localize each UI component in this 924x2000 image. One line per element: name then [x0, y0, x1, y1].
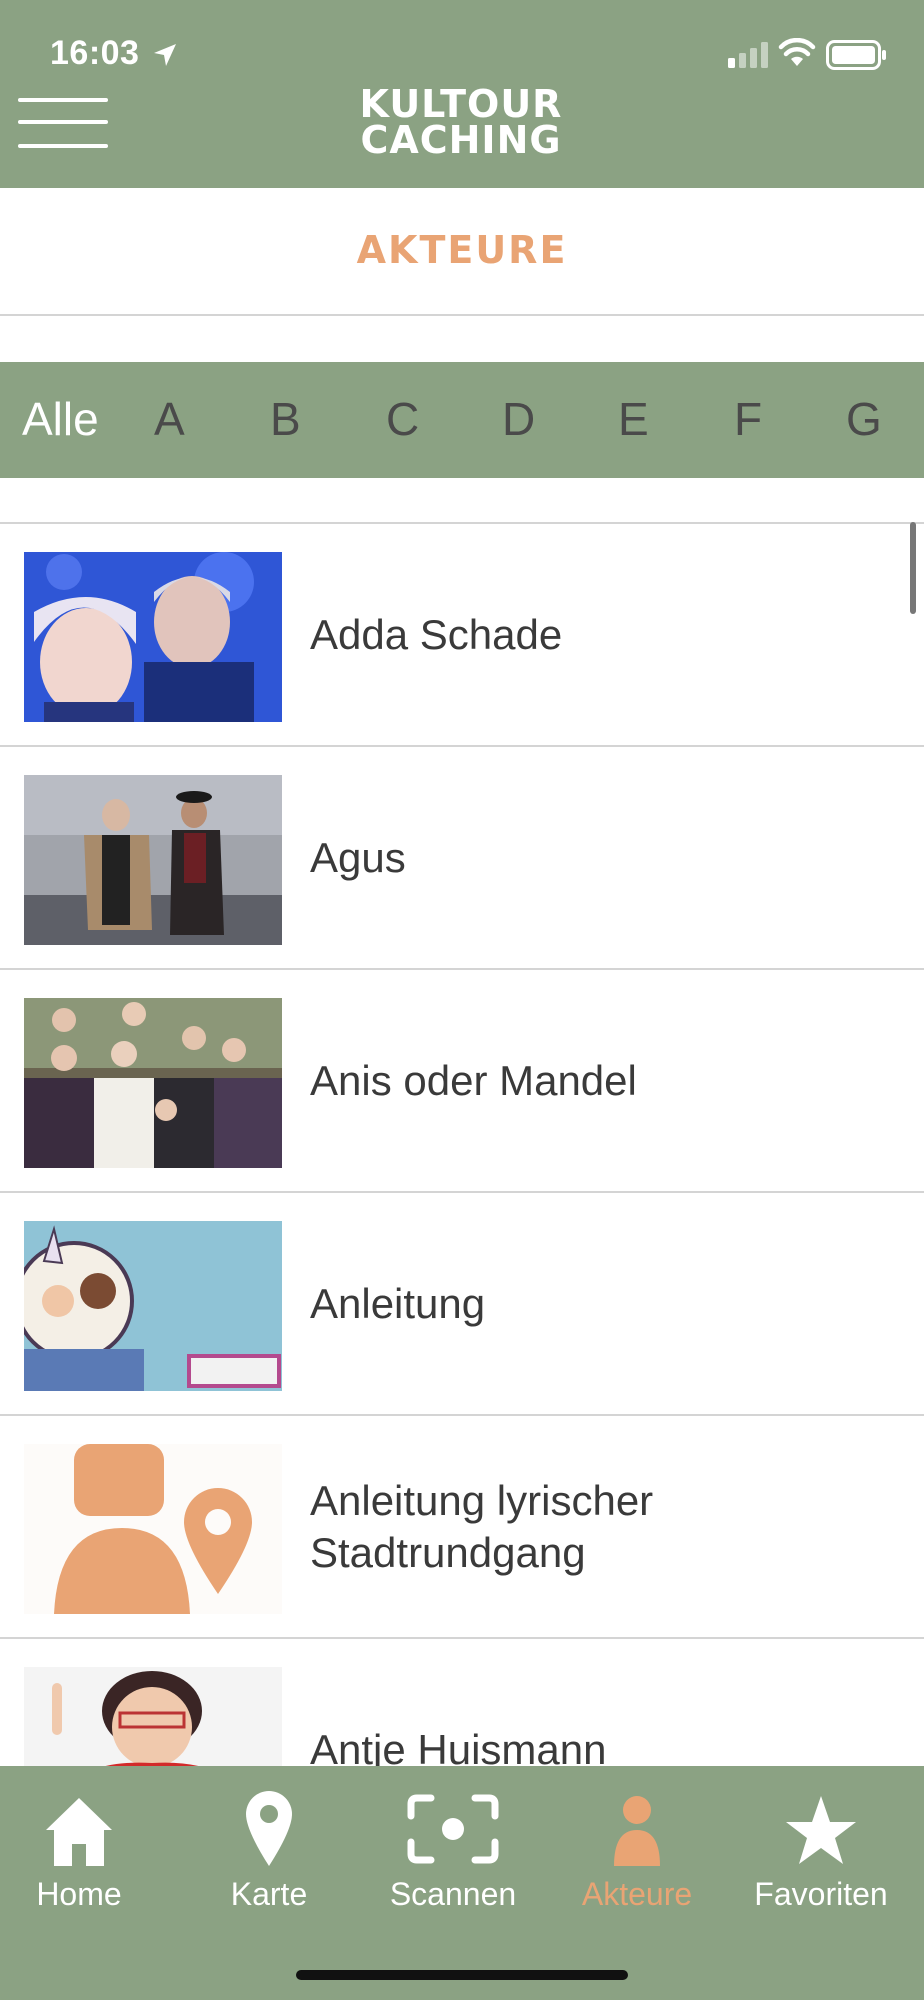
scan-icon [407, 1794, 499, 1864]
actor-name: Anleitung lyrischer Stadtrundgang [310, 1476, 654, 1576]
status-time: 16:03 [50, 34, 140, 72]
app-header: 16:03 KULTOUR CACHING [0, 0, 924, 188]
list-item-actor[interactable]: Anleitung [0, 1193, 924, 1416]
letter-tab-b[interactable]: B [270, 392, 301, 446]
tab-label-karte: Karte [230, 1876, 308, 1912]
actor-name: Antje Huismann [310, 1725, 607, 1767]
page-title-band: AKTEURE [0, 188, 924, 316]
letter-tab-e[interactable]: E [618, 392, 649, 446]
tab-scannen[interactable]: Scannen [368, 1786, 538, 1913]
hamburger-menu-button[interactable] [18, 96, 110, 150]
home-indicator-bar [296, 1970, 628, 1980]
letter-tab-f[interactable]: F [734, 392, 762, 446]
actor-name: Anleitung [310, 1279, 486, 1327]
person-pin-placeholder-icon [24, 1444, 282, 1614]
actor-name: Agus [310, 833, 406, 881]
tab-label-favoriten: Favoriten [754, 1876, 888, 1912]
actor-thumbnail [24, 1667, 282, 1766]
letter-tab-d[interactable]: D [502, 392, 535, 446]
tab-label-home: Home [36, 1876, 122, 1912]
list-item-actor[interactable]: Adda Schade [0, 524, 924, 747]
list-item-actor[interactable]: Agus [0, 747, 924, 970]
star-icon [786, 1796, 856, 1864]
page-title: AKTEURE [356, 228, 568, 272]
letter-tab-c[interactable]: C [386, 392, 419, 446]
battery-icon [826, 40, 886, 70]
list-item-actor[interactable]: Antje Huismann [0, 1639, 924, 1766]
tab-label-akteure: Akteure [581, 1876, 693, 1912]
logo-line-2: CACHING [360, 118, 562, 162]
actor-thumbnail [24, 775, 282, 945]
tab-label-scannen: Scannen [389, 1876, 517, 1912]
actor-name: Anis oder Mandel [310, 1056, 637, 1104]
actor-thumbnail [24, 1221, 282, 1391]
list-item-actor[interactable]: Anleitung lyrischer Stadtrundgang [0, 1416, 924, 1639]
location-arrow-icon [154, 44, 176, 66]
cellular-signal-icon [728, 42, 768, 68]
letter-tab-g[interactable]: G [846, 392, 882, 446]
letter-tab-alle[interactable]: Alle [22, 392, 99, 446]
logo-line-1: KULTOUR [359, 82, 563, 126]
person-icon [614, 1796, 660, 1866]
letter-tab-a[interactable]: A [154, 392, 185, 446]
list-scrollbar[interactable] [910, 522, 916, 614]
list-item-actor[interactable]: Anis oder Mandel [0, 970, 924, 1193]
tab-karte[interactable]: Karte [184, 1786, 354, 1913]
home-icon [46, 1798, 112, 1866]
actor-thumbnail [24, 552, 282, 722]
map-pin-icon [246, 1791, 292, 1866]
tab-akteure[interactable]: Akteure [552, 1786, 722, 1913]
actor-name: Adda Schade [310, 610, 563, 658]
app-screen: 16:03 KULTOUR CACHING AKTEURE Alle A B C… [0, 0, 924, 2000]
tab-home[interactable]: Home [0, 1786, 164, 1913]
wifi-icon [778, 38, 816, 66]
letter-filter-bar: Alle A B C D E F G [0, 362, 924, 478]
bottom-tab-bar: Home Karte Scannen Akteure Favoriten [0, 1766, 924, 2000]
tab-favoriten[interactable]: Favoriten [736, 1786, 906, 1913]
actor-thumbnail [24, 998, 282, 1168]
actors-list[interactable]: Adda Schade Agus Anis oder Mandel Anleit… [0, 522, 924, 1766]
kultour-caching-logo: KULTOUR CACHING [326, 82, 596, 162]
